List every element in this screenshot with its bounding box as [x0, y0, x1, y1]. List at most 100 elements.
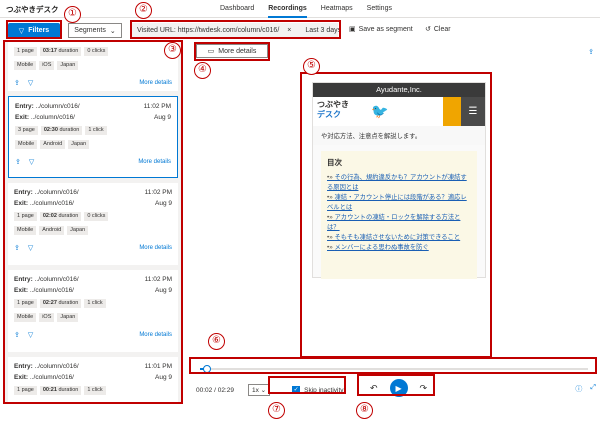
filter-icon[interactable]: ▽ — [28, 331, 33, 339]
speed-dropdown[interactable]: 1x ⌄ — [248, 384, 271, 396]
time-readout: 00:02 / 02:29 — [196, 386, 234, 394]
list-item[interactable]: Entry: ../column/c016/11:02 PM Exit: ../… — [8, 96, 178, 178]
toc-title: 目次 — [327, 158, 342, 167]
more-details-link[interactable]: More details — [138, 159, 171, 165]
recording-date: Aug 9 — [155, 200, 172, 207]
more-details-label: More details — [218, 47, 257, 55]
share-icon[interactable]: ⇪ — [15, 158, 21, 166]
filter-icon[interactable]: ▽ — [28, 79, 33, 87]
filter-bar: ▽ Filters Segments ⌄ Visited URL: https:… — [0, 20, 600, 42]
tab-recordings[interactable]: Recordings — [268, 0, 307, 18]
more-details-link[interactable]: More details — [139, 332, 172, 338]
clicks-tag: 1 click — [85, 126, 107, 135]
clicks-tag: 1 click — [84, 299, 106, 308]
clear-label: Clear — [433, 25, 451, 33]
duration-tag: 02:02 duration — [39, 212, 82, 221]
duration-tag: 02:27 duration — [39, 299, 82, 308]
pages-tag: 1 page — [14, 47, 37, 56]
site-logo: つぶやき デスク — [317, 100, 349, 119]
play-button[interactable]: ▶ — [389, 379, 408, 397]
share-icon[interactable]: ⇪ — [14, 244, 20, 252]
save-icon: ▣ — [349, 26, 356, 33]
list-item[interactable]: 1 page 03:17 duration 0 clicks Mobile iO… — [8, 42, 178, 91]
tab-dashboard[interactable]: Dashboard — [220, 0, 254, 18]
clicks-tag: 0 clicks — [84, 47, 109, 56]
recording-time: 11:02 PM — [144, 189, 172, 196]
save-segment-button[interactable]: ▣ Save as segment — [349, 25, 413, 34]
recording-date: Aug 9 — [154, 114, 171, 121]
device-tag: Mobile — [14, 61, 37, 70]
bird-icon: 🐦 — [371, 103, 389, 119]
chip-range-text: Last 3 days — [305, 27, 342, 34]
filter-icon[interactable]: ▽ — [28, 244, 33, 252]
callout-number: ⑦ — [268, 402, 285, 419]
checkbox-checked-icon[interactable]: ✓ — [292, 386, 301, 394]
filter-icon[interactable]: ▽ — [29, 158, 34, 166]
transport-controls: ↶ ▶ ↷ — [370, 379, 427, 397]
clicks-tag: 0 clicks — [84, 212, 109, 221]
skip-inactivity-label: Skip inactivity — [304, 386, 344, 394]
recording-time: 11:02 PM — [143, 103, 171, 110]
info-icon[interactable]: ⓘ — [575, 384, 582, 394]
filters-button[interactable]: ▽ Filters — [8, 23, 60, 38]
tab-heatmaps[interactable]: Heatmaps — [321, 0, 353, 18]
banner-block — [443, 97, 461, 126]
filter-icon: ▽ — [18, 27, 25, 35]
recording-date: Aug 9 — [155, 374, 172, 381]
os-tag: iOS — [39, 313, 55, 322]
segments-dropdown[interactable]: Segments ⌄ — [68, 23, 122, 38]
country-tag: Japan — [67, 226, 89, 235]
hamburger-menu-icon: ☰ — [461, 97, 485, 126]
save-segment-label: Save as segment — [358, 25, 413, 33]
main-nav: Dashboard Recordings Heatmaps Settings — [220, 0, 392, 18]
recordings-list[interactable]: 1 page 03:17 duration 0 clicks Mobile iO… — [5, 42, 181, 404]
list-item[interactable]: Entry: ../column/c016/11:02 PM Exit: ../… — [8, 183, 178, 265]
site-header: つぶやき デスク 🐦 ☰ — [313, 97, 485, 126]
more-details-link[interactable]: More details — [139, 80, 172, 86]
table-of-contents: 目次 その行為、規約違反かも？アカウントが凍結する原因とは 凍結・アカウント停止… — [321, 151, 477, 279]
os-tag: Android — [39, 226, 65, 235]
timeline-track[interactable] — [200, 368, 588, 370]
duration-tag: 00:21 duration — [39, 386, 82, 395]
tab-settings[interactable]: Settings — [367, 0, 392, 18]
clear-button[interactable]: ↺ Clear — [425, 25, 451, 34]
device-tag: Mobile — [14, 226, 37, 235]
playback-timeline[interactable] — [192, 364, 596, 374]
details-icon: ▭ — [207, 48, 215, 55]
callout-number: ① — [64, 6, 81, 23]
skip-inactivity-toggle[interactable]: ✓ Skip inactivity — [292, 386, 344, 394]
country-tag: Japan — [57, 61, 79, 70]
toc-item: メンバーによる思わぬ事故を防ぐ — [327, 243, 471, 253]
recording-preview: Ayudante,Inc. つぶやき デスク 🐦 ☰ や対応方法、注意点を解説し… — [312, 82, 486, 279]
callout-number: ⑧ — [356, 402, 373, 419]
rewind-icon[interactable]: ↶ — [370, 383, 378, 394]
forward-icon[interactable]: ↷ — [420, 383, 428, 394]
recording-date: Aug 9 — [155, 287, 172, 294]
pages-tag: 1 page — [14, 299, 37, 308]
share-icon[interactable]: ⇪ — [14, 79, 20, 87]
list-item[interactable]: Entry: ../column/c016/11:02 PM Exit: ../… — [8, 270, 178, 352]
more-details-link[interactable]: More details — [139, 245, 172, 251]
chip-url-text: Visited URL: https://twdesk.com/column/c… — [137, 27, 280, 34]
device-tag: Mobile — [15, 140, 38, 149]
list-item[interactable]: Entry: ../column/c016/11:01 PM Exit: ../… — [8, 357, 178, 404]
url-filter-chip[interactable]: Visited URL: https://twdesk.com/column/c… — [132, 23, 342, 38]
country-tag: Japan — [68, 140, 90, 149]
toc-item: 凍結・アカウント停止には段階がある？適応レベルとは — [327, 193, 471, 213]
fullscreen-icon[interactable]: ⤢ — [590, 384, 596, 394]
more-details-button[interactable]: ▭ More details — [196, 44, 268, 58]
close-icon[interactable]: × — [287, 27, 291, 34]
device-tag: Mobile — [14, 313, 37, 322]
article-intro: や対応方法、注意点を解説します。 — [313, 126, 485, 145]
app-title: つぶやきデスク — [6, 5, 59, 14]
player-extra-icons: ⓘ ⤢ — [575, 384, 596, 394]
share-icon[interactable]: ⇪ — [14, 331, 20, 339]
segments-label: Segments — [74, 27, 106, 34]
recording-time: 11:01 PM — [144, 363, 172, 370]
chevron-down-icon: ⌄ — [109, 27, 116, 35]
timeline-thumb[interactable] — [202, 365, 211, 373]
share-icon[interactable]: ⇪ — [588, 48, 594, 56]
pages-tag: 3 page — [15, 126, 38, 135]
company-bar: Ayudante,Inc. — [313, 83, 485, 97]
session-player: ▭ More details ⇪ Ayudante,Inc. つぶやき デスク … — [186, 42, 600, 421]
